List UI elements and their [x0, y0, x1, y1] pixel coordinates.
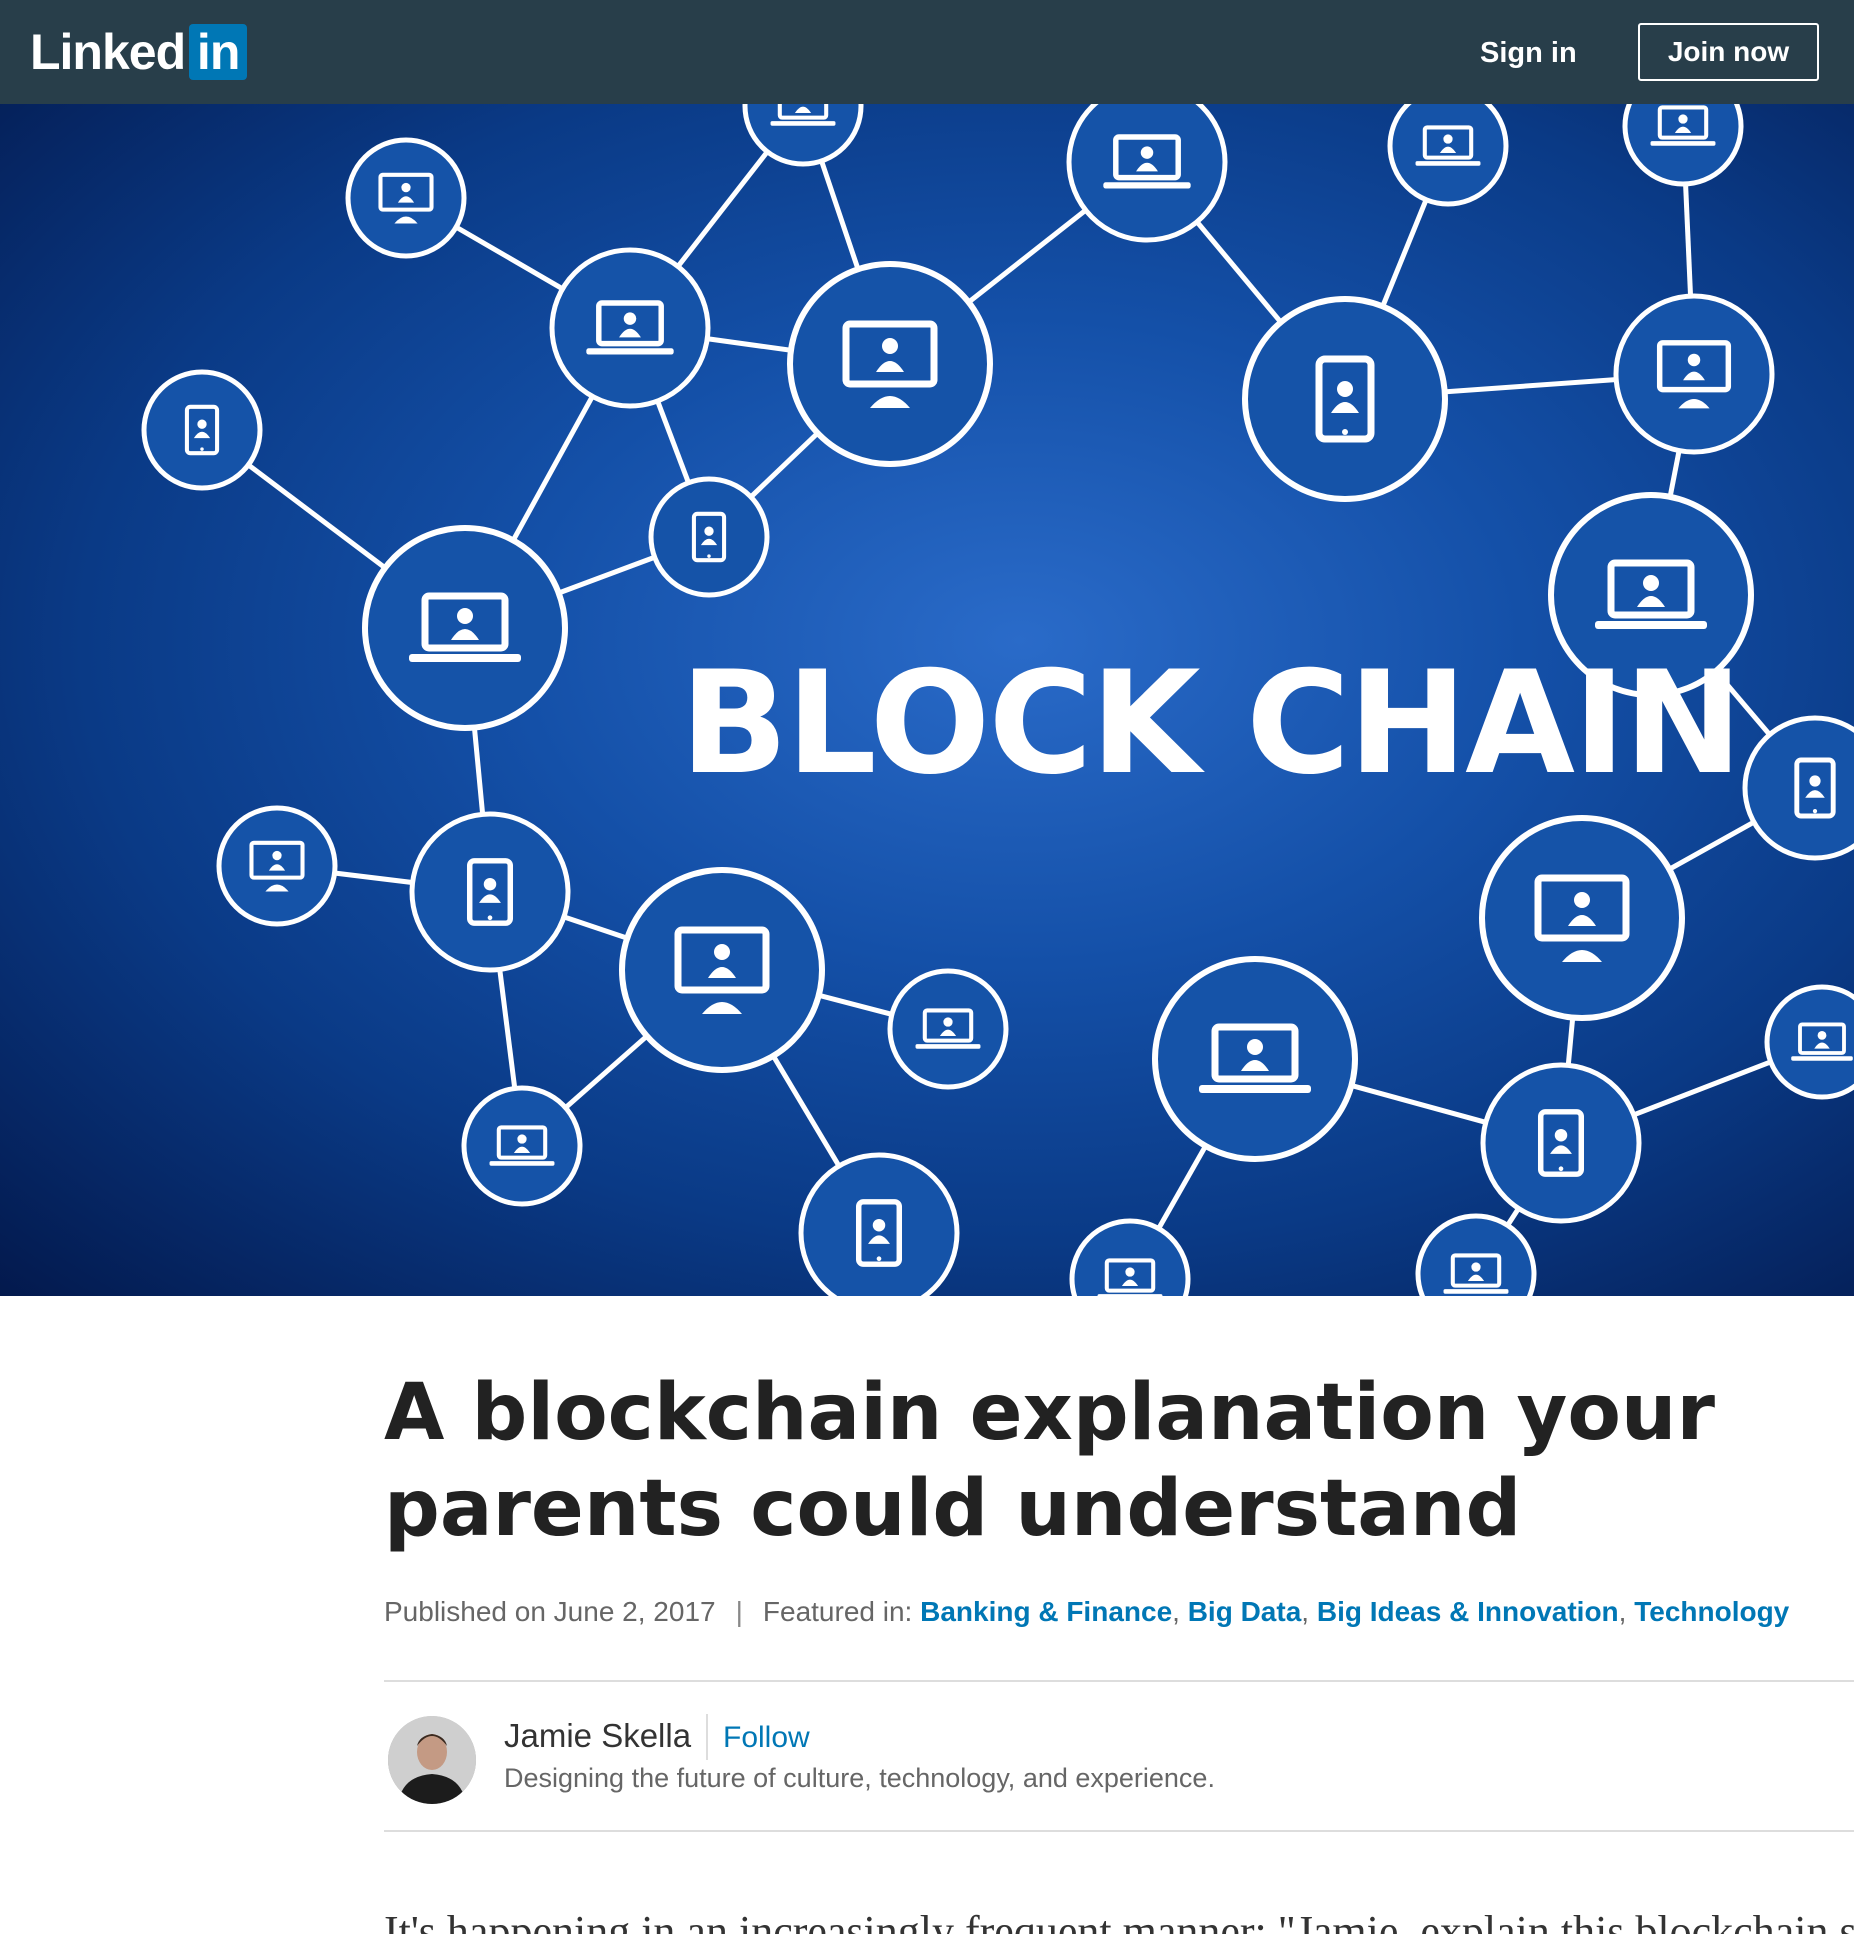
network-node [787, 261, 993, 467]
network-node [549, 247, 711, 409]
network-node [648, 476, 770, 598]
hero-title: BLOCK CHAIN [680, 641, 1743, 806]
hero-image: BLOCK CHAIN [0, 104, 1854, 1296]
sign-in-link[interactable]: Sign in [1480, 30, 1577, 76]
tag-link[interactable]: Banking & Finance [920, 1596, 1172, 1628]
tag-link[interactable]: Big Ideas & Innovation [1317, 1596, 1619, 1628]
network-node [1387, 104, 1509, 207]
join-now-button[interactable]: Join now [1638, 23, 1819, 81]
network-node [141, 369, 263, 491]
network-node [1479, 815, 1685, 1021]
network-node [345, 137, 467, 259]
article-title: A blockchain explanation your parents co… [384, 1368, 1715, 1554]
network-node [461, 1085, 583, 1207]
network-node [1613, 293, 1775, 455]
person-icon [388, 1716, 476, 1804]
network-node [1066, 104, 1228, 243]
network-node [798, 1152, 960, 1296]
author-divider-bottom [384, 1830, 1854, 1832]
tag-comma: , [1618, 1596, 1627, 1627]
network-node [1742, 715, 1854, 861]
network-node [887, 968, 1009, 1090]
author-divider-top [384, 1680, 1854, 1682]
network-node [362, 525, 568, 731]
tag-comma: , [1172, 1596, 1180, 1627]
author-headline: Designing the future of culture, technol… [504, 1763, 1215, 1793]
article-meta: Published on June 2, 2017 | Featured in:… [384, 1594, 1824, 1630]
network-node [1764, 984, 1854, 1100]
meta-separator: | [735, 1596, 743, 1627]
top-navbar: Linked in Sign in Join now [0, 0, 1854, 104]
featured-label: Featured in: [762, 1596, 913, 1627]
article-body-first-line: It's happening in an increasingly freque… [384, 1907, 1854, 1934]
follow-button[interactable]: Follow [723, 1716, 810, 1760]
tag-link[interactable]: Technology [1634, 1596, 1789, 1628]
network-node [409, 811, 571, 973]
tag-comma: , [1301, 1596, 1310, 1627]
author-avatar[interactable] [388, 1716, 476, 1804]
network-node [1622, 104, 1744, 187]
author-name[interactable]: Jamie Skella [504, 1714, 691, 1758]
logo-in-box: in [189, 24, 248, 80]
network-node [1480, 1062, 1642, 1224]
network-node [1415, 1213, 1537, 1296]
published-date: Published on June 2, 2017 [384, 1596, 716, 1627]
network-node [1242, 296, 1448, 502]
network-node [1069, 1218, 1191, 1296]
network-node [1152, 956, 1358, 1162]
network-node [216, 805, 338, 927]
author-follow-divider [706, 1714, 708, 1760]
tag-link[interactable]: Big Data [1188, 1596, 1302, 1628]
linkedin-logo[interactable]: Linked in [30, 24, 248, 80]
network-node [619, 867, 825, 1073]
logo-text: Linked [30, 24, 186, 80]
